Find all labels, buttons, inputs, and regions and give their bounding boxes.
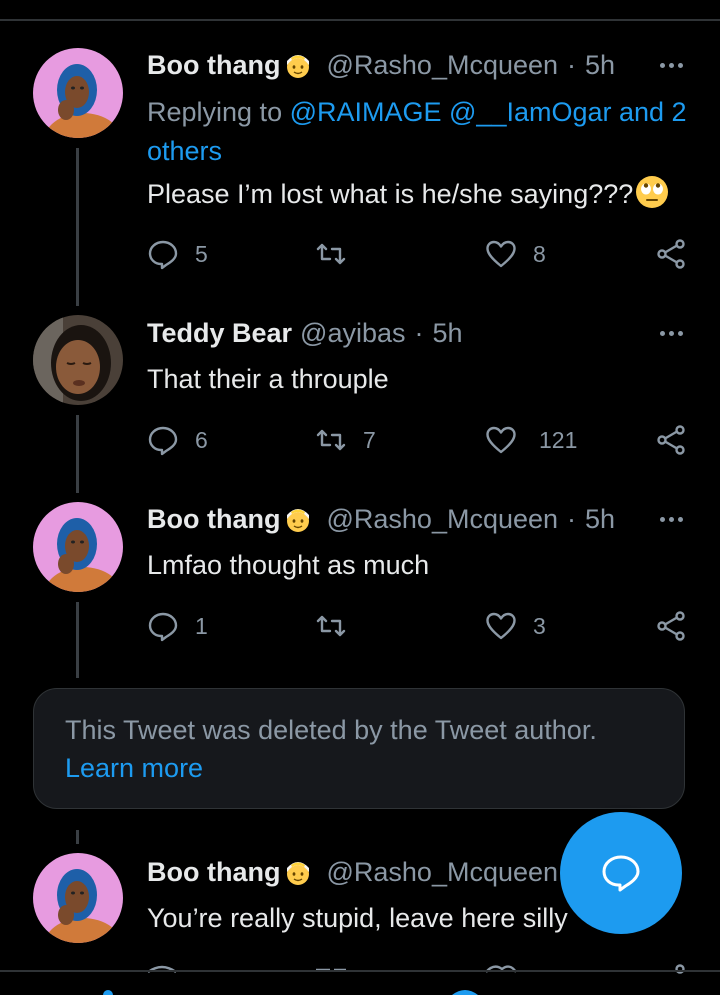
tweet-actions: 6 7 121 [147,420,687,460]
like-button[interactable]: 3 [485,606,546,646]
deleted-tweet-notice: This Tweet was deleted by the Tweet auth… [65,715,597,745]
author-handle[interactable]: @Rasho_Mcqueen [326,857,558,888]
thread-line [76,602,79,678]
reply-icon [148,612,178,642]
like-count: 8 [533,240,546,267]
retweet-icon [316,429,346,451]
bottom-nav-divider [0,970,720,972]
author-handle[interactable]: @Rasho_Mcqueen [326,50,558,81]
retweet-button[interactable] [315,234,363,274]
retweet-button[interactable] [315,606,363,646]
avatar-image [33,315,123,405]
person-with-veil-emoji-icon [287,862,310,885]
avatar-image [33,48,123,138]
deleted-tweet-card[interactable]: This Tweet was deleted by the Tweet auth… [33,688,685,809]
thread-line [76,148,79,306]
tweet-text: Lmfao thought as much [147,550,430,580]
author-handle[interactable]: @ayibas [300,318,405,349]
compose-reply-button[interactable] [560,812,682,934]
reply-count: 5 [195,240,208,267]
separator-dot: · [567,49,577,80]
compose-reply-icon [602,855,640,892]
person-with-veil-emoji-icon [287,55,310,78]
tweet-actions: 1 3 [147,606,687,646]
avatar-boo-thang[interactable] [33,48,123,138]
retweet-button[interactable]: 7 [315,420,376,460]
tweet-text: Please I’m lost what is he/she saying??? [147,175,690,213]
author-name[interactable]: Boo thang [147,504,280,535]
retweet-icon [316,243,346,265]
avatar-image [33,502,123,592]
person-with-veil-emoji-icon [287,509,310,532]
author-name[interactable]: Boo thang [147,857,280,888]
heart-icon [486,426,516,454]
reply-count: 6 [195,426,208,453]
more-options-icon[interactable] [660,501,683,537]
tweet-time[interactable]: 5h [585,504,615,535]
separator-dot: · [567,503,577,534]
share-icon [657,425,685,455]
reply-button[interactable]: 1 [147,606,208,646]
avatar-teddy-bear[interactable] [33,315,123,405]
replying-to: Replying to @RAIMAGE @__IamOgar and 2 ot… [147,93,690,171]
author-name[interactable]: Teddy Bear [147,318,292,349]
bottom-nav-partial [103,990,478,995]
learn-more-link[interactable]: Learn more [65,749,203,787]
reply-icon [148,426,178,456]
share-button[interactable] [655,234,687,274]
tweet-header: Teddy Bear @ayibas · 5h [147,315,690,351]
reply-button[interactable]: 6 [147,420,208,460]
separator-dot: · [414,317,424,348]
tweet-text-content: Please I’m lost what is he/she saying??? [147,179,634,209]
tweet-2[interactable]: Teddy Bear @ayibas · 5h That their a thr… [0,300,720,493]
like-button[interactable]: 8 [485,234,546,274]
avatar-image [33,853,123,943]
like-count: 121 [539,426,578,453]
share-icon [657,611,685,641]
tweet-actions: 5 8 [147,234,687,274]
share-button[interactable] [655,606,687,646]
tweet-1[interactable]: Boo thang @Rasho_Mcqueen · 5h Replying t… [0,0,720,306]
reply-count: 1 [195,612,208,639]
replying-to-prefix: Replying to [147,97,290,127]
author-handle[interactable]: @Rasho_Mcqueen [326,504,558,535]
share-icon [657,239,685,269]
retweet-icon [316,615,346,637]
retweet-count: 7 [363,426,376,453]
share-button[interactable] [655,420,687,460]
tweet-3[interactable]: Boo thang @Rasho_Mcqueen · 5h Lmfao thou… [0,490,720,680]
author-name[interactable]: Boo thang [147,50,280,81]
tweet-header: Boo thang @Rasho_Mcqueen · 5h [147,47,690,83]
thread-line [76,415,79,493]
reply-button[interactable]: 5 [147,234,208,274]
twitter-thread-screen: Boo thang @Rasho_Mcqueen · 5h Replying t… [0,0,720,995]
like-count: 3 [533,612,546,639]
avatar-boo-thang[interactable] [33,502,123,592]
tweet-header: Boo thang @Rasho_Mcqueen · 5h [147,501,690,537]
heart-icon [486,240,516,268]
more-options-icon[interactable] [660,315,683,351]
reply-icon [148,240,178,270]
rolling-eyes-emoji-icon [636,176,669,208]
tweet-time[interactable]: 5h [433,318,463,349]
avatar-boo-thang[interactable] [33,853,123,943]
like-button[interactable]: 121 [485,420,577,460]
more-options-icon[interactable] [660,47,683,83]
tweet-text: That their a throuple [147,364,389,394]
heart-icon [486,612,516,640]
tweet-time[interactable]: 5h [585,50,615,81]
